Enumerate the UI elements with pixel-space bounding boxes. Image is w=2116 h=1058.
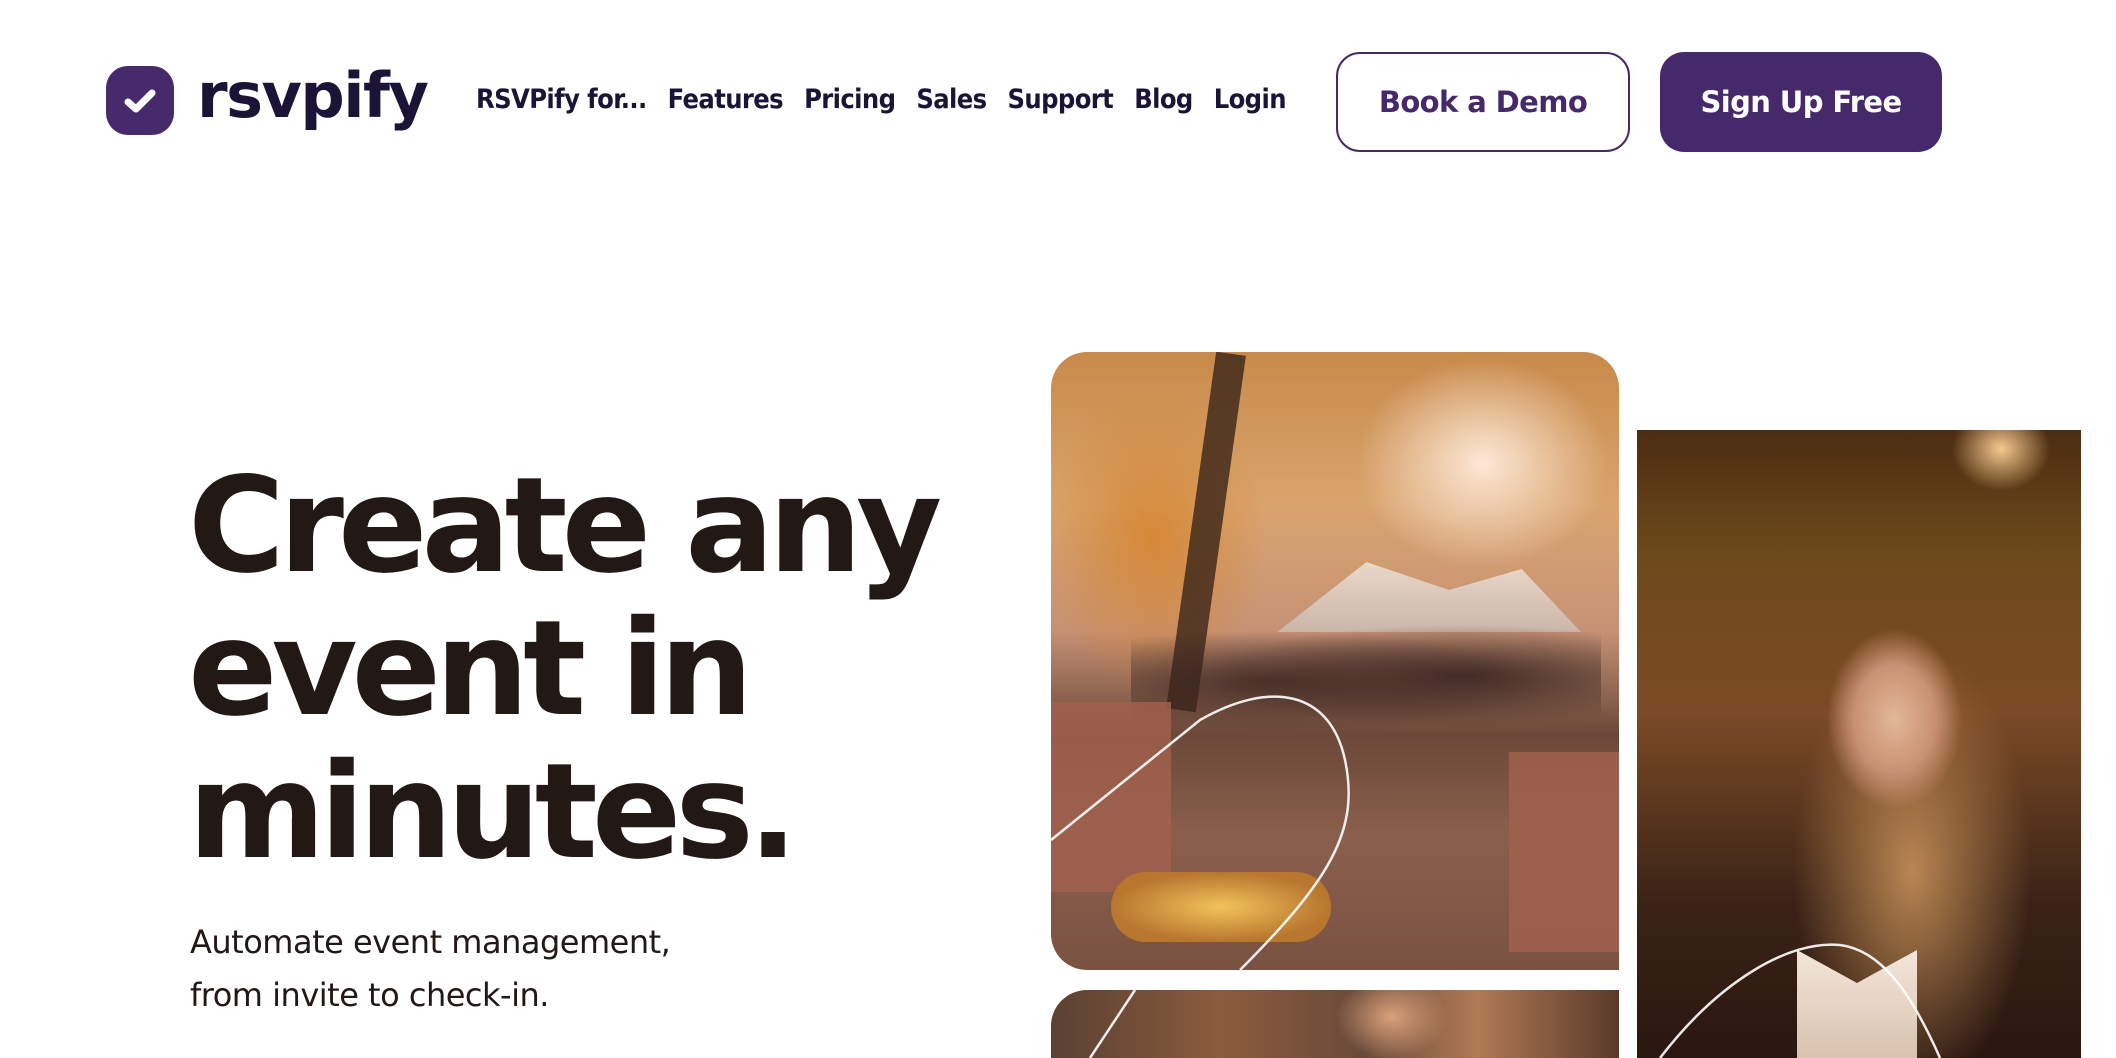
sign-up-free-button[interactable]: Sign Up Free bbox=[1660, 52, 1942, 152]
book-demo-button[interactable]: Book a Demo bbox=[1336, 52, 1630, 152]
nav-item-rsvpify-for[interactable]: RSVPify for... bbox=[476, 80, 647, 121]
hero-headline: Create any event in minutes. bbox=[188, 455, 988, 884]
table-right-shape bbox=[1509, 752, 1619, 952]
crowd-shape bbox=[1131, 622, 1601, 742]
main-nav: RSVPify for... Features Pricing Sales Su… bbox=[476, 80, 1307, 121]
headline-line-3: minutes. bbox=[188, 735, 798, 889]
headline-line-1: Create any bbox=[188, 449, 942, 603]
headline-line-2: event in bbox=[188, 592, 753, 746]
nav-item-login[interactable]: Login bbox=[1214, 80, 1287, 121]
nav-item-sales[interactable]: Sales bbox=[916, 80, 987, 121]
subhead-line-1: Automate event management, bbox=[190, 923, 671, 961]
autumn-outdoor-market-photo bbox=[1051, 352, 1619, 970]
nav-item-support[interactable]: Support bbox=[1008, 80, 1114, 121]
hero-subheading: Automate event management, from invite t… bbox=[190, 916, 790, 1022]
smiling-woman-portrait-photo bbox=[1637, 430, 2081, 1058]
table-left-shape bbox=[1051, 702, 1171, 892]
logo-text: rsvpify bbox=[197, 58, 429, 132]
party-guests-photo bbox=[1051, 990, 1619, 1058]
shirt-shape bbox=[1797, 950, 1917, 1058]
food-platter-shape bbox=[1111, 872, 1331, 942]
nav-item-blog[interactable]: Blog bbox=[1134, 80, 1193, 121]
nav-item-pricing[interactable]: Pricing bbox=[804, 80, 896, 121]
logo-link[interactable]: rsvpify bbox=[106, 58, 429, 135]
logo-check-icon bbox=[106, 66, 174, 135]
subhead-line-2: from invite to check-in. bbox=[190, 976, 549, 1014]
nav-item-features[interactable]: Features bbox=[668, 80, 784, 121]
